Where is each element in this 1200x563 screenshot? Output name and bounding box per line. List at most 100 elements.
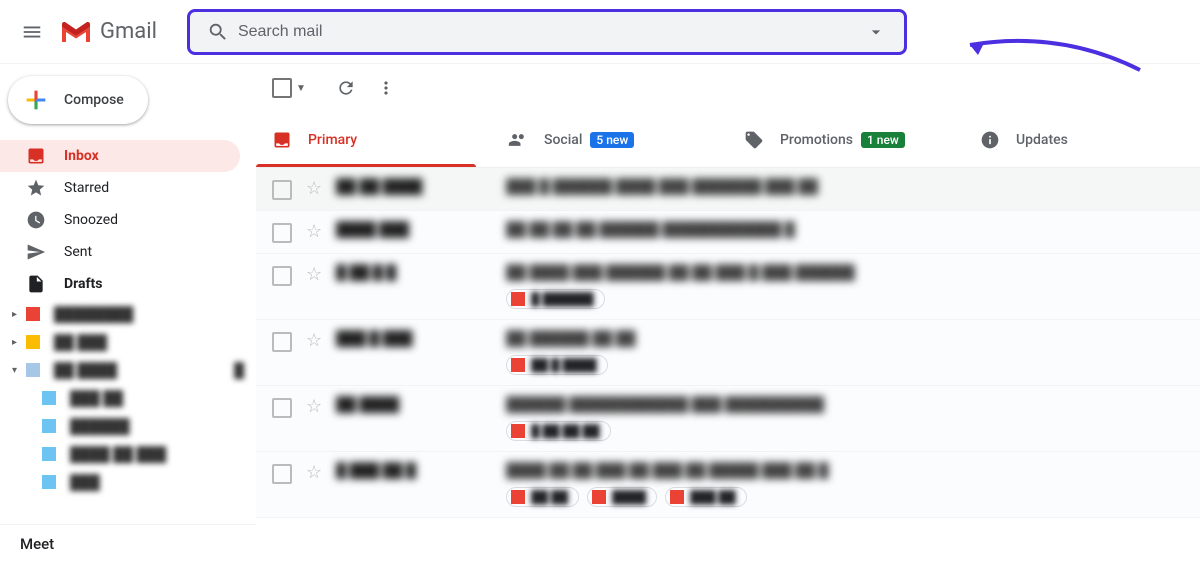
chip-label: █ ██████ bbox=[531, 292, 594, 306]
email-row[interactable]: ☆ ████ ███ ██ ██ ██ ██ ██████ ██████████… bbox=[256, 211, 1200, 254]
file-icon bbox=[26, 274, 46, 294]
star-icon[interactable]: ☆ bbox=[306, 264, 322, 285]
email-row[interactable]: ☆ ███ █ ███ ██ ██████ ██ ██ ██ █ ████ bbox=[256, 320, 1200, 386]
tab-label: Social bbox=[544, 132, 582, 148]
attachment-chip[interactable]: █ ██████ bbox=[506, 289, 605, 309]
chip-icon bbox=[511, 358, 525, 372]
star-icon bbox=[26, 178, 46, 198]
sidebar-label: Drafts bbox=[64, 276, 228, 292]
sidebar-sublabel-item[interactable]: ███ bbox=[0, 468, 256, 496]
label-name: ██ ███ bbox=[54, 334, 107, 351]
sidebar-item-sent[interactable]: Sent bbox=[0, 236, 240, 268]
sidebar-item-drafts[interactable]: Drafts bbox=[0, 268, 240, 300]
refresh-button[interactable] bbox=[326, 68, 366, 108]
email-subject: ████ ██ ██ ███ ██ ███ ██ █████ ███ ██ █ bbox=[506, 463, 828, 479]
chip-icon bbox=[670, 490, 684, 504]
send-icon bbox=[26, 242, 46, 262]
select-dropdown-icon[interactable]: ▼ bbox=[296, 83, 306, 94]
search-icon[interactable] bbox=[198, 12, 238, 52]
label-name: ██ ████ bbox=[54, 362, 117, 379]
sidebar-label-item[interactable]: ▾██ █████ bbox=[0, 356, 256, 384]
chip-label: █ ██ ██ ██ bbox=[531, 424, 599, 438]
main-pane: ▼ Primary Social 5 new Promotions 1 new bbox=[256, 64, 1200, 563]
sidebar-item-starred[interactable]: Starred bbox=[0, 172, 240, 204]
meet-label: Meet bbox=[20, 535, 54, 553]
attachment-chip[interactable]: ██ ██ bbox=[506, 487, 579, 507]
search-input[interactable] bbox=[238, 23, 856, 41]
email-checkbox[interactable] bbox=[272, 398, 292, 418]
email-checkbox[interactable] bbox=[272, 332, 292, 352]
chip-icon bbox=[511, 292, 525, 306]
inbox-icon bbox=[26, 146, 46, 166]
toolbar: ▼ bbox=[256, 64, 1200, 112]
email-checkbox[interactable] bbox=[272, 464, 292, 484]
email-subject: ███ █ ██████ ████ ███ ███████ ███ ██ bbox=[506, 179, 818, 195]
gmail-logo[interactable]: Gmail bbox=[60, 19, 157, 44]
star-icon[interactable]: ☆ bbox=[306, 178, 322, 199]
email-checkbox[interactable] bbox=[272, 266, 292, 286]
email-sender: ████ ███ bbox=[336, 221, 506, 238]
gmail-text: Gmail bbox=[100, 19, 157, 44]
label-color-icon bbox=[26, 307, 40, 321]
chevron-icon: ▸ bbox=[12, 309, 24, 320]
attachment-chip[interactable]: ███ ██ bbox=[665, 487, 747, 507]
email-row[interactable]: ☆ ██ ████ ██████ ████████████ ███ ██████… bbox=[256, 386, 1200, 452]
chip-icon bbox=[511, 490, 525, 504]
tab-promotions[interactable]: Promotions 1 new bbox=[728, 112, 964, 167]
chip-label: ██ ██ bbox=[531, 490, 568, 504]
star-icon[interactable]: ☆ bbox=[306, 462, 322, 483]
sidebar-sublabel-item[interactable]: ███ ██ bbox=[0, 384, 256, 412]
sidebar-label-item[interactable]: ▸████████ bbox=[0, 300, 256, 328]
search-options-dropdown[interactable] bbox=[856, 12, 896, 52]
compose-button[interactable]: Compose bbox=[8, 76, 148, 124]
chip-label: ██ █ ████ bbox=[531, 358, 596, 372]
sidebar-label: Sent bbox=[64, 244, 228, 260]
label-color-icon bbox=[26, 335, 40, 349]
chip-label: ███ ██ bbox=[690, 490, 736, 504]
email-content: ██ ██████ ██ ██ ██ █ ████ bbox=[506, 330, 1184, 375]
star-icon[interactable]: ☆ bbox=[306, 221, 322, 242]
chip-label: ████ bbox=[612, 490, 646, 504]
header: Gmail bbox=[0, 0, 1200, 64]
sidebar-label-item[interactable]: ▸ ██ ███ bbox=[0, 328, 256, 356]
email-list: ☆ ██ ██ ████ ███ █ ██████ ████ ███ █████… bbox=[256, 168, 1200, 563]
email-sender: ██ ██ ████ bbox=[336, 178, 506, 195]
email-sender: █ ███ ██ █ bbox=[336, 462, 506, 479]
meet-section-header[interactable]: Meet bbox=[0, 524, 256, 563]
people-icon bbox=[508, 130, 528, 150]
star-icon[interactable]: ☆ bbox=[306, 330, 322, 351]
label-name: ██████ bbox=[70, 418, 130, 435]
main-menu-button[interactable] bbox=[8, 8, 56, 56]
attachment-chip[interactable]: █ ██ ██ ██ bbox=[506, 421, 610, 441]
search-box-highlighted bbox=[187, 9, 907, 55]
email-row[interactable]: ☆ ██ ██ ████ ███ █ ██████ ████ ███ █████… bbox=[256, 168, 1200, 211]
email-sender: ██ ████ bbox=[336, 396, 506, 413]
clock-icon bbox=[26, 210, 46, 230]
tab-social[interactable]: Social 5 new bbox=[492, 112, 728, 167]
attachment-chip[interactable]: ██ █ ████ bbox=[506, 355, 607, 375]
sidebar-sublabel-item[interactable]: ████ ██ ███ bbox=[0, 440, 256, 468]
sidebar-item-snoozed[interactable]: Snoozed bbox=[0, 204, 240, 236]
chevron-icon: ▸ bbox=[12, 337, 24, 348]
tab-updates[interactable]: Updates bbox=[964, 112, 1200, 167]
chip-icon bbox=[511, 424, 525, 438]
sidebar-item-inbox[interactable]: Inbox bbox=[0, 140, 240, 172]
primary-tab-icon bbox=[272, 130, 292, 150]
tab-label: Primary bbox=[308, 132, 357, 148]
attachment-chip[interactable]: ████ bbox=[587, 487, 657, 507]
more-button[interactable] bbox=[366, 68, 406, 108]
label-name: ████ ██ ███ bbox=[70, 446, 166, 463]
refresh-icon bbox=[336, 78, 356, 98]
compose-label: Compose bbox=[64, 92, 124, 108]
email-row[interactable]: ☆ █ ███ ██ █ ████ ██ ██ ███ ██ ███ ██ ██… bbox=[256, 452, 1200, 518]
email-checkbox[interactable] bbox=[272, 223, 292, 243]
star-icon[interactable]: ☆ bbox=[306, 396, 322, 417]
tab-badge: 1 new bbox=[861, 132, 905, 148]
email-row[interactable]: ☆ █ ██ █ █ ██ ████ ███ ██████ ██ ██ ███ … bbox=[256, 254, 1200, 320]
tab-primary[interactable]: Primary bbox=[256, 112, 492, 167]
sidebar-label: Snoozed bbox=[64, 212, 228, 228]
email-checkbox[interactable] bbox=[272, 180, 292, 200]
select-all-checkbox[interactable] bbox=[272, 78, 292, 98]
email-subject: ██ ████ ███ ██████ ██ ██ ███ █ ███ █████… bbox=[506, 265, 855, 281]
sidebar-sublabel-item[interactable]: ██████ bbox=[0, 412, 256, 440]
